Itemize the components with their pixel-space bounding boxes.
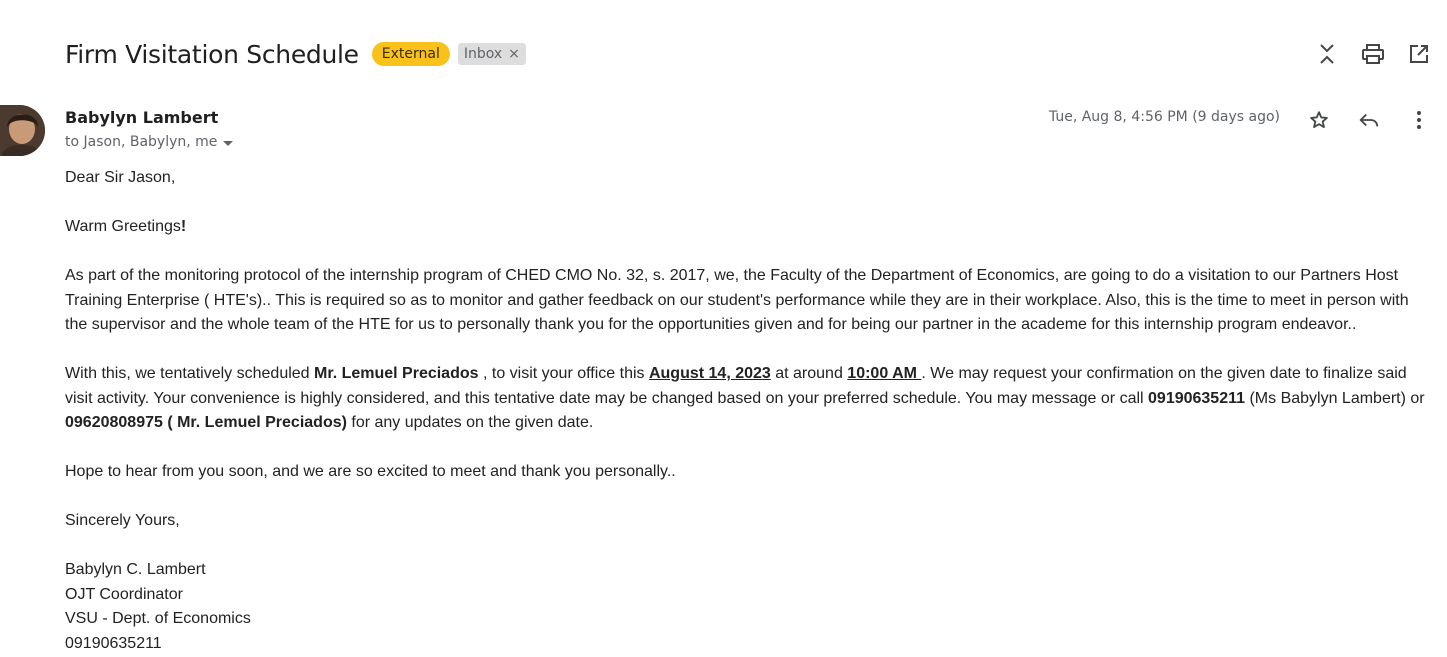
message-date: Tue, Aug 8, 4:56 PM (9 days ago) (1048, 109, 1280, 125)
para2-visit-date: August 14, 2023 (648, 365, 771, 382)
para2-phone-2: 09620808975 ( Mr. Lemuel Preciados) (65, 414, 347, 431)
signature-department: VSU - Dept. of Economics (65, 610, 251, 627)
closing-line: Sincerely Yours, (65, 512, 180, 529)
recipients-line[interactable]: to Jason, Babylyn, me (65, 134, 234, 150)
para2-visitor-name: Mr. Lemuel Preciados (314, 365, 479, 382)
paragraph-2: With this, we tentatively scheduled Mr. … (65, 362, 1435, 436)
message-body: Dear Sir Jason, Warm Greetings! As part … (65, 166, 1435, 656)
more-options-icon[interactable] (1405, 106, 1433, 134)
warm-greetings-bang: ! (180, 218, 187, 235)
para2-text-e: (Ms Babylyn Lambert) or (1245, 389, 1425, 407)
signature-title: OJT Coordinator (65, 585, 183, 603)
paragraph-3: Hope to hear from you soon, and we are s… (65, 463, 676, 480)
warm-greetings-text: Warm Greetings (65, 218, 181, 235)
warm-greetings-line: Warm Greetings! (65, 215, 1435, 240)
star-icon[interactable] (1305, 106, 1333, 134)
para2-text-c: at around (770, 365, 848, 382)
remove-label-icon[interactable]: × (508, 45, 520, 63)
signature-block: Babylyn C. Lambert OJT Coordinator VSU -… (65, 558, 1435, 656)
inbox-label-text: Inbox (463, 46, 503, 62)
message-actions (1305, 106, 1433, 134)
para2-visit-time: 10:00 AM (847, 365, 922, 382)
open-in-new-window-icon[interactable] (1405, 40, 1433, 68)
greeting-line: Dear Sir Jason, (65, 169, 176, 186)
paragraph-1: As part of the monitoring protocol of th… (65, 267, 1409, 333)
email-subject: Firm Visitation Schedule (65, 39, 359, 69)
signature-name: Babylyn C. Lambert (65, 561, 206, 578)
para2-text-a: With this, we tentatively scheduled (65, 365, 315, 382)
signature-phone: 09190635211 (65, 634, 162, 652)
reply-icon[interactable] (1355, 106, 1383, 134)
show-details-icon[interactable] (223, 140, 234, 146)
para2-text-f: for any updates on the given date. (346, 414, 594, 431)
subject-row: Firm Visitation Schedule External Inbox … (65, 36, 526, 72)
thread-actions (1313, 40, 1433, 68)
print-icon[interactable] (1359, 40, 1387, 68)
sender-name[interactable]: Babylyn Lambert (65, 108, 218, 127)
para2-phone-1: 09190635211 (1148, 389, 1246, 407)
inbox-label-chip[interactable]: Inbox × (457, 43, 526, 65)
external-badge: External (371, 42, 450, 66)
para2-text-b: , to visit your office this (478, 365, 649, 382)
sender-avatar[interactable] (0, 105, 45, 156)
collapse-all-icon[interactable] (1313, 40, 1341, 68)
recipients-text: to Jason, Babylyn, me (65, 134, 218, 150)
